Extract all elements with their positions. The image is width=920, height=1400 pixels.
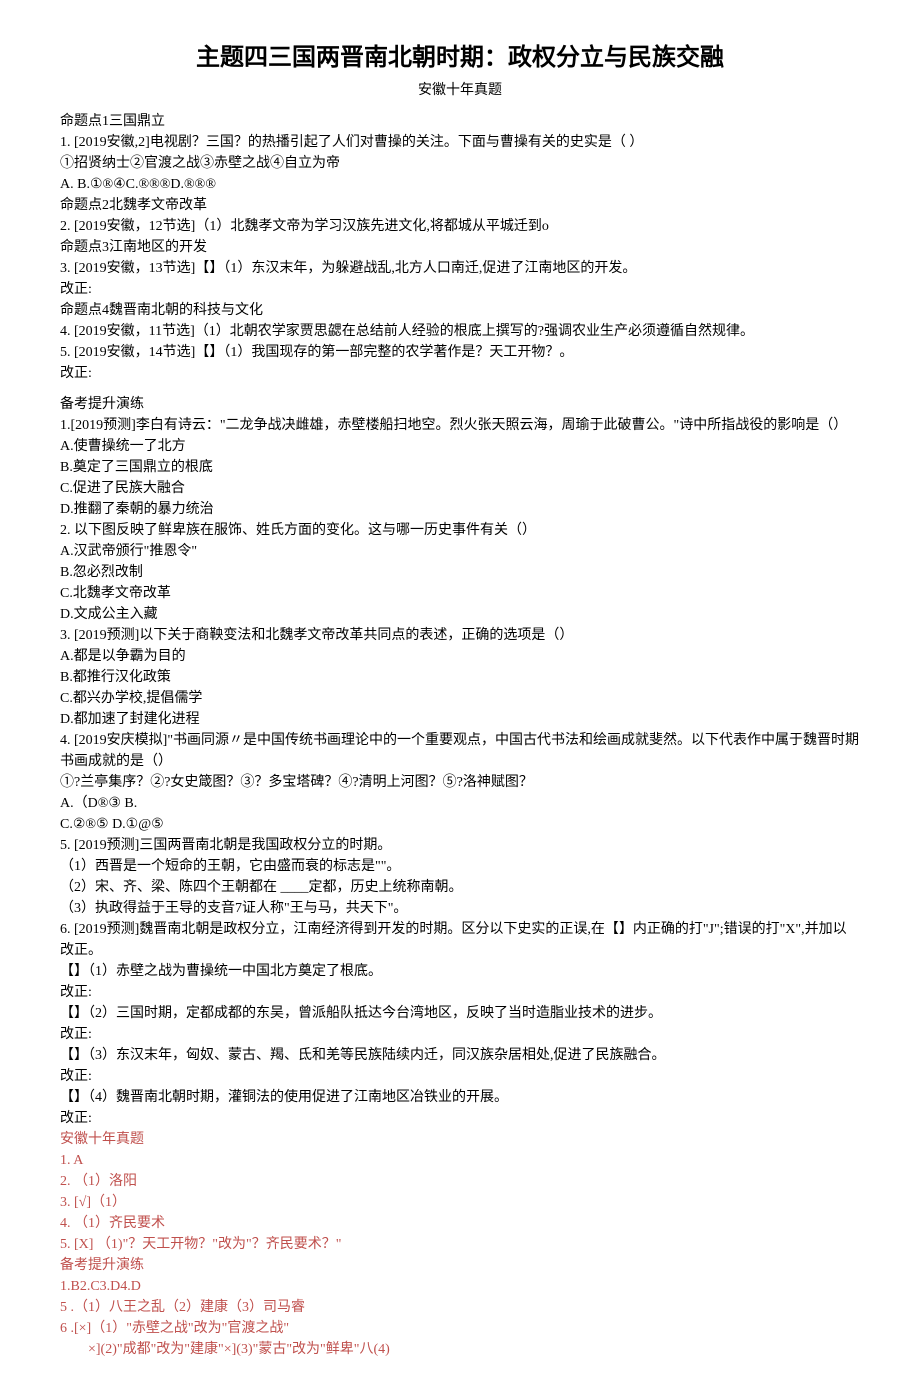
p-question-6-a: 【】（1）赤壁之战为曹操统一中国北方奠定了根底。 [60,961,860,982]
p-question-1-a: A.使曹操统一了北方 [60,436,860,457]
p-question-3-b: B.都推行汉化政策 [60,667,860,688]
p-question-6-d: 【】（4）魏晋南北朝时期，灌铜法的使用促进了江南地区冶铁业的开展。 [60,1087,860,1108]
answer-header-1: 安徽十年真题 [60,1129,860,1150]
p-question-2-c: C.北魏孝文帝改革 [60,583,860,604]
p-question-2-b: B.忽必烈改制 [60,562,860,583]
answer-5: 5. [X] （1)"？天工开物？"改为"？齐民要术？" [60,1234,860,1255]
question-3: 3. [2019安徽，13节选]【】（1）东汉末年，为躲避战乱,北方人口南迁,促… [60,258,860,279]
answer-b6-line1: 6 .[×]（1）"赤壁之战"改为"官渡之战" [60,1318,860,1339]
question-4: 4. [2019安徽，11节选]（1）北朝农学家贾思勰在总结前人经验的根底上撰写… [60,321,860,342]
p-question-2-d: D.文成公主入藏 [60,604,860,625]
question-2: 2. [2019安徽，12节选]（1）北魏孝文帝为学习汉族先进文化,将都城从平城… [60,216,860,237]
question-5: 5. [2019安徽，14节选]【】（1）我国现存的第一部完整的农学著作是？天工… [60,342,860,363]
page-subtitle: 安徽十年真题 [60,80,860,101]
p-question-6-b: 【】（2）三国时期，定都成都的东吴，曾派船队抵达今台湾地区，反映了当时造脂业技术… [60,1003,860,1024]
p-question-1-line1: 1.[2019预测]李白有诗云："二龙争战决雌雄，赤壁楼船扫地空。烈火张天照云海… [60,415,860,436]
question-5-fix: 改正: [60,363,860,384]
p-question-6-c-fix: 改正: [60,1066,860,1087]
page-title: 主题四三国两晋南北朝时期：政权分立与民族交融 [60,40,860,76]
p-question-5-line1: 5. [2019预测]三国两晋南北朝是我国政权分立的时期。 [60,835,860,856]
answer-2: 2. （1）洛阳 [60,1171,860,1192]
p-question-2-a: A.汉武帝颁行"推恩令" [60,541,860,562]
answer-1: 1. A [60,1150,860,1171]
answer-header-2: 备考提升演练 [60,1255,860,1276]
answer-b5: 5 .（1）八王之乱（2）建康（3）司马睿 [60,1297,860,1318]
question-3-fix: 改正: [60,279,860,300]
p-question-5-line3: （2）宋、齐、梁、陈四个王朝都在 ____定都，历史上统称南朝。 [60,877,860,898]
p-question-6-b-fix: 改正: [60,1024,860,1045]
answer-b1: 1.B2.C3.D4.D [60,1276,860,1297]
question-1-line3: A. B.①®④C.®®®D.®®® [60,174,860,195]
p-question-1-b: B.奠定了三国鼎立的根底 [60,457,860,478]
p-question-6-d-fix: 改正: [60,1108,860,1129]
p-question-6-line1: 6. [2019预测]魏晋南北朝是政权分立，江南经济得到开发的时期。区分以下史实… [60,919,860,961]
p-question-4-line4: C.②®⑤ D.①@⑤ [60,814,860,835]
p-question-5-line4: （3）执政得益于王导的支音7证人称"王与马，共天下"。 [60,898,860,919]
cmd-point-3: 命题点3江南地区的开发 [60,237,860,258]
p-question-6-a-fix: 改正: [60,982,860,1003]
p-question-1-d: D.推翻了秦朝的暴力统治 [60,499,860,520]
answer-3: 3. [√]（1） [60,1192,860,1213]
p-question-3-a: A.都是以争霸为目的 [60,646,860,667]
p-question-5-line2: （1）西晋是一个短命的王朝，它由盛而衰的标志是""。 [60,856,860,877]
p-question-4-line3: A.（D®③ B. [60,793,860,814]
question-1-line1: 1. [2019安徽,2]电视剧？三国？的热播引起了人们对曹操的关注。下面与曹操… [60,132,860,153]
p-question-4-line1: 4. [2019安庆模拟]"书画同源〃是中国传统书画理论中的一个重要观点，中国古… [60,730,860,772]
cmd-point-1: 命题点1三国鼎立 [60,111,860,132]
p-question-6-c: 【】（3）东汉末年，匈奴、蒙古、羯、氐和羌等民族陆续内迁，同汉族杂居相处,促进了… [60,1045,860,1066]
cmd-point-4: 命题点4魏晋南北朝的科技与文化 [60,300,860,321]
p-question-3-line1: 3. [2019预测]以下关于商鞅变法和北魏孝文帝改革共同点的表述，正确的选项是… [60,625,860,646]
question-1-line2: ①招贤纳士②官渡之战③赤壁之战④自立为帝 [60,153,860,174]
p-question-3-d: D.都加速了封建化进程 [60,709,860,730]
p-question-2-line1: 2. 以下图反映了鲜卑族在服饰、姓氏方面的变化。这与哪一历史事件有关（） [60,520,860,541]
answer-4: 4. （1）齐民要术 [60,1213,860,1234]
answer-b6-line2: ×](2)"成都"改为"建康"×](3)"蒙古"改为"鲜卑"八(4) [60,1339,860,1360]
p-question-4-line2: ①?兰亭集序？②?女史箴图？③？多宝塔碑？④?清明上河图？⑤?洛神赋图？ [60,772,860,793]
cmd-point-2: 命题点2北魏孝文帝改革 [60,195,860,216]
practice-header: 备考提升演练 [60,394,860,415]
p-question-3-c: C.都兴办学校,提倡儒学 [60,688,860,709]
p-question-1-c: C.促进了民族大融合 [60,478,860,499]
